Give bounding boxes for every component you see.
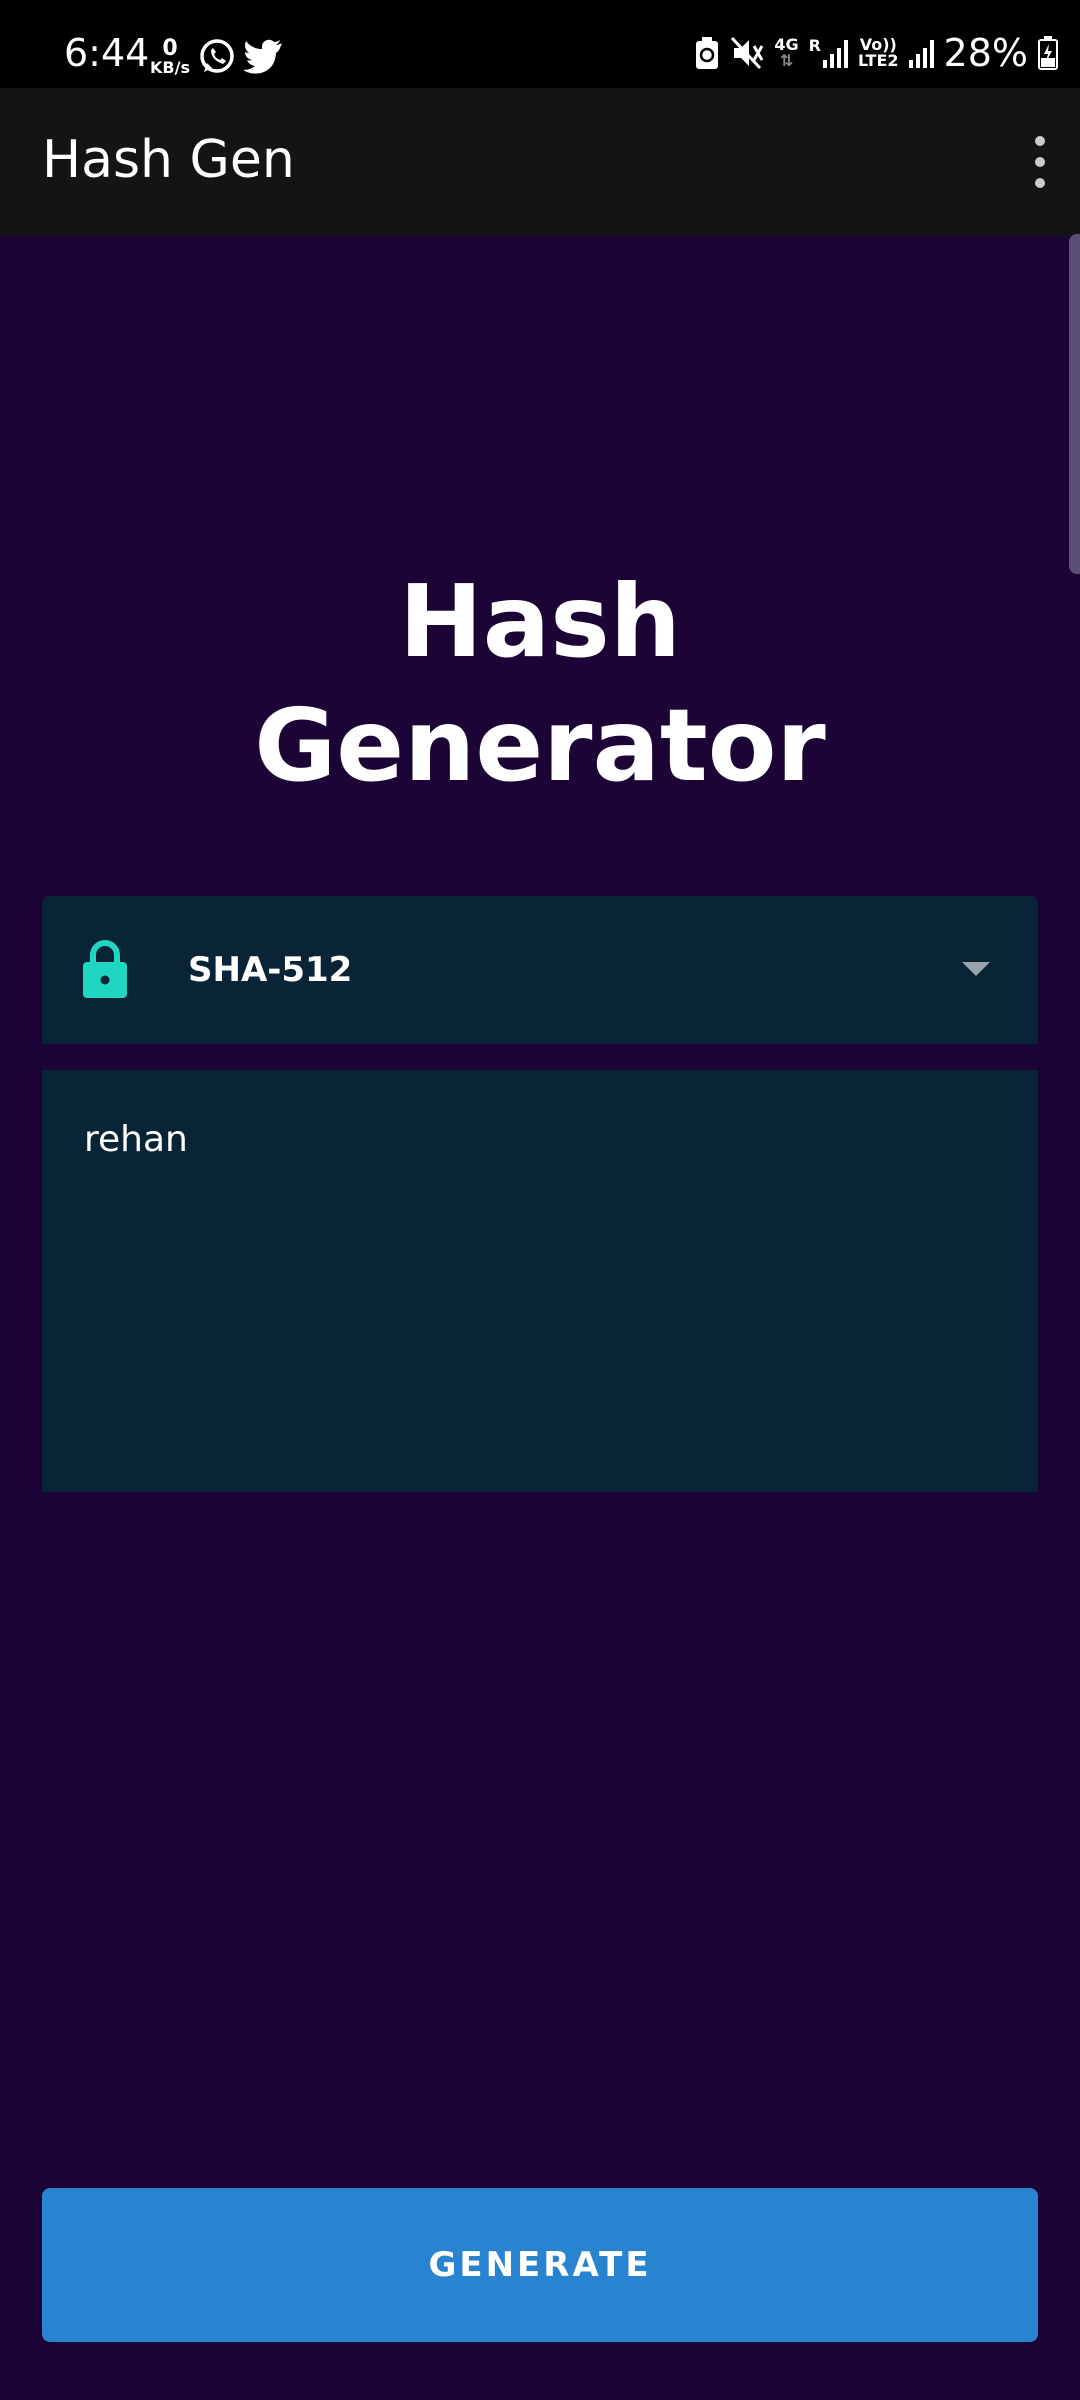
net-speed-unit: KB/s [150,58,190,77]
twitter-icon [244,39,282,74]
battery-saver-icon [696,37,719,69]
page-title-line-1: Hash [399,563,681,680]
status-right: 4G ⇅ R Vo)) LTE2 28% [694,34,1058,72]
signal-icon-2 [908,38,934,68]
algorithm-dropdown[interactable]: SHA-512 [42,896,1038,1044]
page-title-line-2: Generator [254,687,826,804]
network-4g: 4G ⇅ [774,35,799,70]
signal-icon: R [809,38,848,68]
generate-button[interactable]: GENERATE [42,2188,1038,2342]
status-time: 6:44 [64,31,150,75]
mute-icon [731,36,764,70]
battery-charging-icon [1038,36,1058,70]
input-text-field[interactable]: rehan [42,1070,1038,1492]
scrollbar[interactable] [1069,234,1080,574]
status-bar: 6:44 0 KB/s 4G ⇅ R Vo)) LTE2 28% [0,0,1080,88]
roaming-label: R [808,36,821,55]
algorithm-selected-value: SHA-512 [188,950,353,990]
app-title: Hash Gen [42,130,295,190]
dropdown-arrow-icon [962,962,990,976]
app-bar: Hash Gen [0,88,1080,236]
battery-percent: 28% [943,31,1028,75]
net-speed-value: 0 [162,36,178,61]
volte-lte2: Vo)) LTE2 [858,35,899,70]
overflow-menu-icon[interactable] [1030,136,1050,188]
net-speed: 0 KB/s [150,38,190,76]
page-title: Hash Generator [0,560,1080,808]
lock-icon [83,940,127,998]
whatsapp-icon [200,39,234,73]
